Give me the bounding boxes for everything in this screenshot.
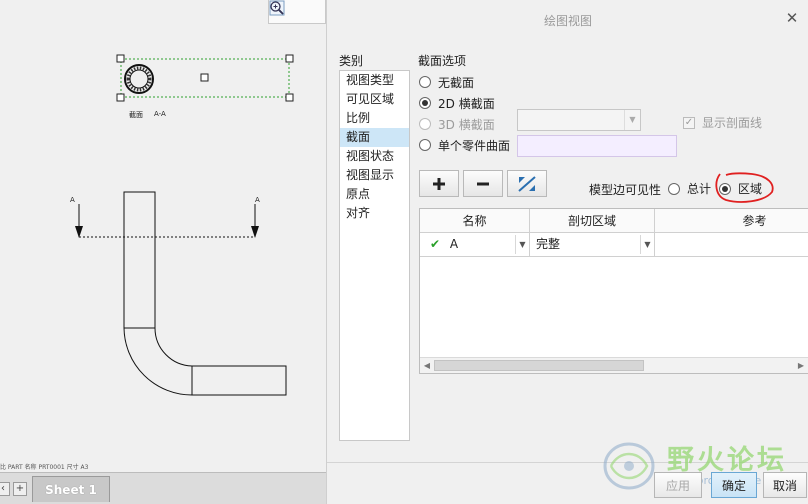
section-options-label: 截面选项	[418, 54, 467, 68]
column-header-region[interactable]: 剖切区域	[530, 209, 655, 233]
category-item-sections[interactable]: 截面	[340, 128, 409, 147]
section-arrowhead-right	[251, 226, 259, 238]
dialog-title: 绘图视图	[543, 14, 592, 28]
minus-icon	[477, 182, 489, 185]
drawing-canvas[interactable]: 截面 A-A A A 比 PART 名称 PRT0001 尺寸 A3	[0, 0, 326, 472]
table-row[interactable]: ✔ A ▼ 完整 ▼	[420, 233, 808, 257]
scroll-left-icon[interactable]: ◀	[420, 358, 434, 373]
flip-direction-button[interactable]	[507, 170, 547, 197]
apply-button[interactable]: 应用	[654, 472, 702, 498]
category-label: 类别	[339, 54, 364, 68]
checkbox[interactable]: ✓	[683, 116, 695, 129]
radio-button[interactable]	[668, 182, 680, 195]
region-value: 完整	[536, 237, 561, 251]
column-header-name[interactable]: 名称	[420, 209, 530, 233]
watermark-logo-icon	[603, 442, 655, 490]
flip-arrow-icon	[518, 175, 536, 192]
section-3d-select[interactable]: ▼	[517, 109, 641, 131]
reference-cell[interactable]	[655, 233, 808, 257]
section-tag: 截面	[129, 111, 143, 119]
table-header: 名称 剖切区域 参考	[420, 209, 808, 233]
section-hatch	[126, 66, 152, 92]
category-item-view-states[interactable]: 视图状态	[340, 147, 409, 166]
category-item-alignment[interactable]: 对齐	[340, 204, 409, 223]
red-circle-annotation	[715, 172, 774, 203]
drawing-view-dialog: 绘图视图 ✕ 类别 视图类型 可见区域 比例 截面 视图状态 视图显示 原点 对…	[326, 0, 808, 504]
scroll-right-icon[interactable]: ▶	[794, 358, 808, 373]
horizontal-scrollbar[interactable]: ◀ ▶	[420, 357, 808, 373]
radio-label: 单个零件曲面	[438, 138, 511, 153]
section-table: 名称 剖切区域 参考 ✔ A ▼ 完整 ▼ ◀ ▶	[419, 208, 808, 374]
region-cell[interactable]: 完整 ▼	[530, 233, 655, 257]
radio-button[interactable]	[419, 97, 431, 109]
chevron-down-icon[interactable]: ▼	[624, 110, 640, 130]
selection-handle[interactable]	[116, 93, 125, 102]
radio-button[interactable]	[419, 139, 431, 151]
chevron-down-icon[interactable]: ▼	[640, 235, 654, 254]
section-inner-circle	[129, 69, 149, 89]
title-block-info: 比 PART 名称 PRT0001 尺寸 A3	[0, 464, 89, 471]
category-item-view-display[interactable]: 视图显示	[340, 166, 409, 185]
cancel-button[interactable]: 取消	[763, 472, 807, 498]
scrollbar-thumb[interactable]	[434, 360, 644, 371]
drawing-graphics	[75, 54, 294, 396]
radio-label: 2D 横截面	[438, 96, 495, 111]
radio-button[interactable]	[419, 76, 431, 88]
zoom-in-icon[interactable]	[270, 0, 321, 22]
arrow-label-left: A	[70, 196, 75, 204]
zoom-toolbar	[268, 0, 326, 24]
radio-label: 无截面	[438, 75, 475, 90]
name-cell[interactable]: ✔ A ▼	[420, 233, 530, 257]
dialog-title-bar[interactable]: 绘图视图 ✕	[327, 0, 808, 38]
remove-section-button[interactable]	[463, 170, 503, 197]
radio-total[interactable]: 总计	[668, 180, 711, 197]
radio-3d-section[interactable]: 3D 横截面	[419, 115, 495, 133]
arrow-label-right: A	[255, 196, 260, 204]
sheet-tab[interactable]: Sheet 1	[32, 476, 110, 502]
section-name-value: A	[449, 237, 459, 251]
model-edge-visibility-label: 模型边可见性	[589, 183, 662, 197]
radio-no-section[interactable]: 无截面	[419, 73, 474, 91]
ok-button[interactable]: 确定	[711, 472, 757, 498]
radio-2d-section[interactable]: 2D 横截面	[419, 94, 495, 112]
selection-handle[interactable]	[285, 93, 294, 102]
button-separator	[327, 462, 808, 463]
category-list: 视图类型 可见区域 比例 截面 视图状态 视图显示 原点 对齐	[339, 70, 410, 441]
category-item-visible-area[interactable]: 可见区域	[340, 90, 409, 109]
radio-label: 总计	[687, 182, 712, 196]
section-name-label: A-A	[154, 110, 166, 118]
category-item-scale[interactable]: 比例	[340, 109, 409, 128]
sheet-prev-button[interactable]: ‹	[0, 482, 10, 496]
add-section-button[interactable]	[419, 170, 459, 197]
sheet-bar: ‹ + Sheet 1	[0, 472, 326, 504]
add-sheet-button[interactable]: +	[13, 482, 27, 496]
radio-button[interactable]	[419, 118, 431, 130]
plus-icon	[433, 177, 445, 190]
radio-label: 3D 横截面	[438, 117, 495, 132]
chevron-down-icon[interactable]: ▼	[515, 235, 529, 254]
close-icon[interactable]: ✕	[783, 9, 801, 27]
category-item-view-type[interactable]: 视图类型	[340, 71, 409, 90]
column-header-reference[interactable]: 参考	[655, 209, 808, 233]
part-surface-collector[interactable]	[517, 135, 677, 157]
checkbox-label: 显示剖面线	[702, 116, 763, 130]
section-arrowhead-left	[75, 226, 83, 238]
pipe-outline	[123, 191, 287, 396]
selection-handle[interactable]	[200, 73, 209, 82]
show-hatch-checkbox[interactable]: ✓ 显示剖面线	[683, 114, 762, 131]
selection-handle[interactable]	[116, 54, 125, 63]
radio-single-part-surface[interactable]: 单个零件曲面	[419, 136, 510, 154]
category-item-origin[interactable]: 原点	[340, 185, 409, 204]
selection-handle[interactable]	[285, 54, 294, 63]
check-icon: ✔	[430, 237, 441, 251]
